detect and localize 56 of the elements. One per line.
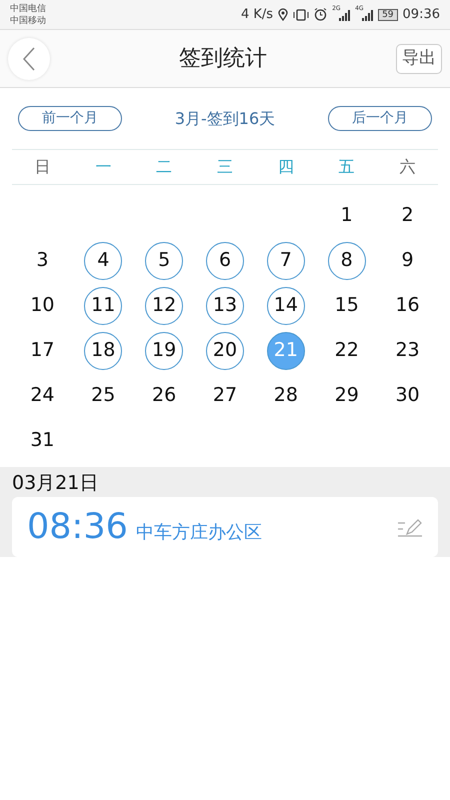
month-summary: 3月-签到16天 [174,108,276,130]
calendar-day[interactable]: 7 [266,242,305,280]
calendar-day[interactable]: 12 [145,286,184,324]
calendar-day[interactable]: 17 [23,332,62,370]
network-speed: 4 K/s [240,6,274,24]
previous-month-button[interactable]: 前一个月 [18,106,122,131]
calendar-day[interactable]: 22 [328,332,366,370]
weekday-label: 四 [276,156,295,178]
calendar-day[interactable]: 24 [23,376,62,414]
record-date: 03月21日 [12,471,100,496]
edit-icon [397,517,423,537]
calendar-day[interactable]: 2 [388,196,427,234]
weekday-label: 五 [338,156,356,178]
sign-in-location: 中车方庄办公区 [136,520,262,545]
calendar-day[interactable]: 10 [23,286,62,324]
weekday-label: 二 [155,156,174,178]
calendar-day[interactable]: 4 [84,242,122,280]
calendar-day[interactable]: 1 [328,196,366,234]
weekday-label: 六 [398,156,417,178]
page-title: 签到统计 [179,45,267,73]
clock-time: 09:36 [402,6,440,24]
weekday-label: 一 [94,156,112,178]
sign-in-time: 08:36 [27,506,128,549]
calendar-day[interactable]: 6 [206,242,244,280]
calendar-day[interactable]: 16 [388,286,427,324]
calendar-day[interactable]: 20 [206,332,244,370]
battery-icon: 59 [378,8,398,20]
vibrate-icon [293,8,310,20]
carrier-name: 中国电信 [10,2,46,14]
back-icon [23,46,35,70]
calendar-day[interactable]: 23 [388,332,427,370]
calendar-day[interactable]: 15 [328,286,366,324]
calendar-day[interactable]: 27 [206,376,244,414]
calendar-day[interactable]: 9 [388,242,427,280]
weekday-label: 日 [33,156,52,178]
calendar-day[interactable]: 3 [23,242,62,280]
alarm-icon [314,8,328,21]
calendar-day[interactable]: 25 [84,376,122,414]
calendar-day[interactable]: 11 [84,286,122,324]
calendar-day[interactable]: 28 [266,376,305,414]
next-month-button[interactable]: 后一个月 [328,106,432,131]
calendar-day[interactable]: 29 [328,376,366,414]
calendar-day[interactable]: 19 [145,332,184,370]
export-button[interactable]: 导出 [396,44,442,74]
calendar-day[interactable]: 18 [84,332,122,370]
calendar-day[interactable]: 5 [145,242,184,280]
weekday-label: 三 [216,156,234,178]
carrier-name: 中国移动 [10,14,46,26]
calendar-day[interactable]: 13 [206,286,244,324]
back-button[interactable] [8,38,50,80]
calendar-day[interactable]: 8 [328,242,366,280]
calendar-day[interactable]: 14 [266,286,305,324]
calendar-day[interactable]: 26 [145,376,184,414]
calendar-day[interactable]: 30 [388,376,427,414]
calendar-day[interactable]: 31 [23,422,62,460]
location-icon [278,8,288,21]
